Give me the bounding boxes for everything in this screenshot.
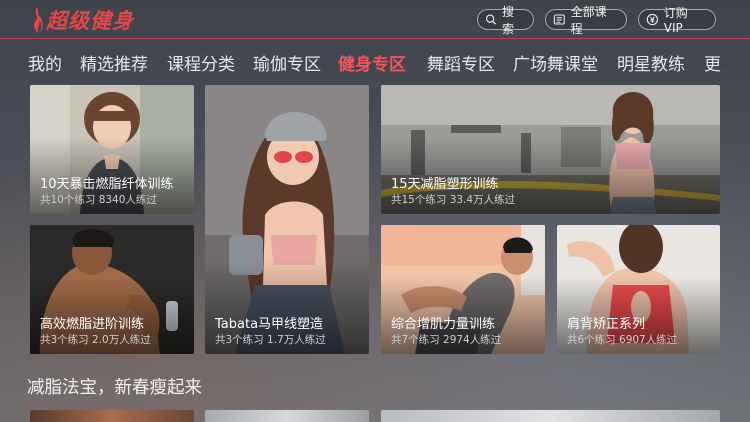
course-title: Tabata马甲线塑造 (215, 317, 324, 332)
course-meta: 共10个练习 8340人练过 (40, 194, 157, 206)
course-title: 综合增肌力量训练 (391, 317, 496, 332)
search-icon (485, 14, 497, 25)
course-card-shoulder-back-correction[interactable]: 肩背矫正系列 共6个练习 6907人练过 (557, 225, 720, 354)
tab-more[interactable]: 更 (704, 50, 721, 75)
tab-mine[interactable]: 我的 (28, 50, 62, 75)
vip-label: 订购VIP (663, 6, 688, 35)
top-header: 超级健身 搜索 全部课程 订购VIP (0, 0, 750, 40)
tab-course-categories[interactable]: 课程分类 (167, 50, 235, 75)
yen-coin-icon (646, 13, 659, 26)
next-row-card[interactable] (30, 410, 194, 422)
subscribe-vip-button[interactable]: 订购VIP (638, 6, 716, 35)
course-meta: 共3个练习 1.7万人练过 (215, 334, 326, 346)
course-title: 10天暴击燃脂纤体训练 (40, 177, 174, 192)
course-card-strength-training[interactable]: 综合增肌力量训练 共7个练习 2974人练过 (381, 225, 545, 354)
tab-star-coaches[interactable]: 明星教练 (617, 50, 685, 75)
course-card-tabata-abs[interactable]: Tabata马甲线塑造 共3个练习 1.7万人练过 (205, 85, 369, 354)
section-title: 减脂法宝，新春瘦起来 (27, 378, 202, 398)
search-label: 搜索 (501, 4, 514, 36)
course-meta: 共6个练习 6907人练过 (567, 334, 678, 346)
search-button[interactable]: 搜索 (477, 5, 534, 36)
course-meta: 共7个练习 2974人练过 (391, 334, 502, 346)
course-card-15-day-shaping[interactable]: 15天减脂塑形训练 共15个练习 33.4万人练过 (381, 85, 720, 214)
course-meta: 共15个练习 33.4万人练过 (391, 194, 516, 206)
logo-wordmark: 超级健身 (46, 8, 134, 33)
tab-featured[interactable]: 精选推荐 (80, 50, 148, 75)
tab-dance[interactable]: 舞蹈专区 (427, 50, 495, 75)
course-meta: 共3个练习 2.0万人练过 (40, 334, 151, 346)
all-courses-button[interactable]: 全部课程 (545, 5, 627, 36)
course-title: 肩背矫正系列 (567, 317, 646, 332)
next-row-card[interactable] (381, 410, 720, 422)
app-logo: 超级健身 (30, 4, 134, 36)
course-card-fat-burn-10-days[interactable]: 10天暴击燃脂纤体训练 共10个练习 8340人练过 (30, 85, 194, 214)
all-courses-label: 全部课程 (570, 4, 607, 36)
course-title: 15天减脂塑形训练 (391, 177, 499, 192)
next-row-card[interactable] (205, 410, 369, 422)
tab-square-dance[interactable]: 广场舞课堂 (513, 50, 598, 75)
flame-logo-icon (33, 7, 43, 33)
list-icon (553, 14, 565, 25)
course-title: 高效燃脂进阶训练 (40, 317, 145, 332)
category-nav: 我的 精选推荐 课程分类 瑜伽专区 健身专区 舞蹈专区 广场舞课堂 明星教练 更 (0, 44, 750, 78)
tab-fitness[interactable]: 健身专区 (338, 50, 406, 75)
tab-yoga[interactable]: 瑜伽专区 (253, 50, 321, 75)
header-divider (0, 38, 750, 39)
course-card-advanced-fat-burn[interactable]: 高效燃脂进阶训练 共3个练习 2.0万人练过 (30, 225, 194, 354)
